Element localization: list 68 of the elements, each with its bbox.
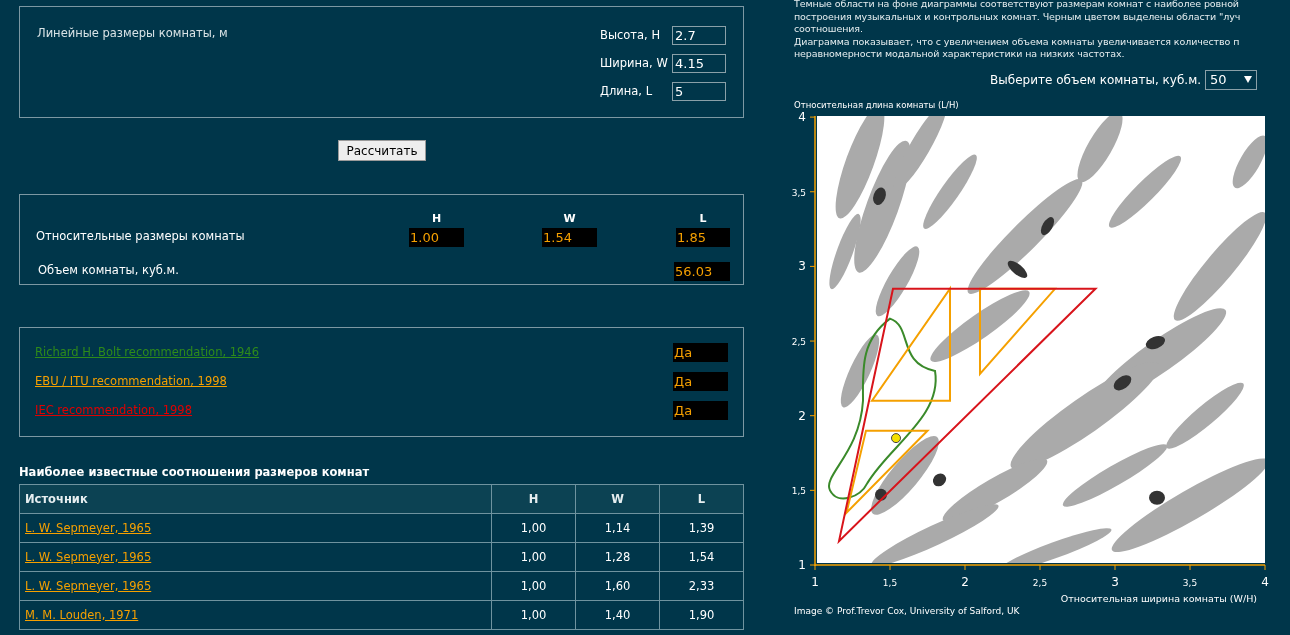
result-value: 1.54 <box>542 227 597 247</box>
result-value: Да <box>673 343 728 362</box>
field-label: Высота, H <box>600 26 662 44</box>
description-text: соотношения. <box>794 23 864 36</box>
description-text: Диаграмма показывает, что с увеличением объема комнаты увеличивается количество п <box>794 35 1241 48</box>
column-header: W <box>562 210 577 227</box>
table-cell: 1,39 <box>659 513 744 543</box>
column-header: H <box>491 484 576 514</box>
tick-label: 3,5 <box>1182 578 1198 589</box>
field-label: Длина, L <box>600 82 654 100</box>
result-value: 56.03 <box>674 261 730 281</box>
panel-title: Линейные размеры комнаты, м <box>37 25 228 42</box>
description-text: построения музыкальных и контрольных комнат. Черным цветом выделены области "луч <box>794 10 1242 23</box>
column-header: H <box>430 210 443 227</box>
column-header: Источник <box>19 484 492 514</box>
tick-label: 2 <box>961 575 969 590</box>
table-cell: 1,60 <box>575 571 660 601</box>
table-cell[interactable]: L. W. Sepmeyer, 1965 <box>19 513 492 543</box>
tick-label: 3 <box>798 259 806 274</box>
tick-label: 2,5 <box>1032 578 1048 589</box>
axis-label: Относительная ширина комнаты (W/H) <box>1060 593 1257 605</box>
volume-select[interactable]: 50 <box>1205 69 1257 90</box>
table-cell: 1,14 <box>575 513 660 543</box>
result-value: 1.85 <box>676 227 730 247</box>
credit-text: Image © Prof.Trevor Cox, University of Salford, UK <box>793 605 1021 619</box>
table-cell: 1,00 <box>491 600 576 630</box>
recommendation-link[interactable]: EBU / ITU recommendation, 1998 <box>35 372 227 391</box>
table-cell: 2,33 <box>659 571 744 601</box>
table-cell: 1,28 <box>575 542 660 572</box>
field-label: Ширина, W <box>600 54 669 72</box>
table-cell: 1,40 <box>575 600 660 630</box>
result-value: Да <box>673 372 728 391</box>
table-cell: 1,90 <box>659 600 744 630</box>
table-title: Наиболее известные соотношения размеров комнат <box>19 464 371 481</box>
result-value: 1.00 <box>409 227 464 247</box>
tick-label: 1,5 <box>882 578 898 589</box>
tick-label: 4 <box>1261 575 1269 590</box>
tick-label: 4 <box>798 112 806 125</box>
table-cell: 1,00 <box>491 542 576 572</box>
table-cell[interactable]: L. W. Sepmeyer, 1965 <box>19 542 492 572</box>
select-label: Выберите объем комнаты, куб.м. <box>990 71 1201 89</box>
tick-label: 3 <box>1111 575 1119 590</box>
tick-label: 3,5 <box>791 188 806 198</box>
dimension-input[interactable]: 5 <box>672 82 726 101</box>
tick-label: 1,5 <box>791 486 806 497</box>
table-cell[interactable]: M. M. Louden, 1971 <box>19 600 492 630</box>
column-header: W <box>575 484 660 514</box>
dimension-input[interactable]: 4.15 <box>672 54 726 73</box>
column-header: L <box>698 210 708 227</box>
caret-icon <box>1244 76 1252 83</box>
table-cell: 1,00 <box>491 571 576 601</box>
row-label: Относительные размеры комнаты <box>36 228 246 246</box>
table-cell: 1,54 <box>659 542 744 572</box>
table-cell: 1,00 <box>491 513 576 543</box>
row-label: Объем комнаты, куб.м. <box>37 262 180 280</box>
tick-label: 1 <box>811 575 819 590</box>
table-cell[interactable]: L. W. Sepmeyer, 1965 <box>19 571 492 601</box>
tick-label: 1 <box>798 558 806 573</box>
tick-label: 2 <box>798 408 806 423</box>
description-text: неравномерности модальной характеристики на низких частотах. <box>794 48 1126 61</box>
tick-label: 2,5 <box>791 337 806 348</box>
calculate-button[interactable]: Рассчитать <box>338 140 426 161</box>
room-point <box>891 433 901 444</box>
result-value: Да <box>673 401 728 420</box>
axis-label: Относительная длина комнаты (L/H) <box>793 98 960 112</box>
column-header: L <box>659 484 744 514</box>
dimension-input[interactable]: 2.7 <box>672 26 726 45</box>
description-text: Темные области на фоне диаграммы соответствуют размерам комнат с наиболее ровной <box>794 0 1240 11</box>
